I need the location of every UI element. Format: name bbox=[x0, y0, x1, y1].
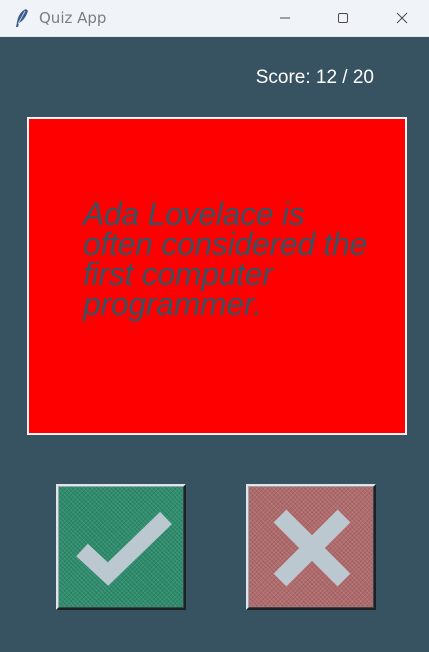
true-button[interactable] bbox=[56, 484, 186, 610]
score-label: Score: 12 / 20 bbox=[255, 67, 374, 88]
feather-icon bbox=[13, 8, 31, 28]
minimize-button[interactable] bbox=[262, 0, 308, 36]
question-text: Ada Lovelace is often considered the fir… bbox=[83, 196, 367, 322]
maximize-button[interactable] bbox=[320, 0, 366, 36]
false-button[interactable] bbox=[246, 484, 376, 610]
close-button[interactable] bbox=[379, 0, 425, 36]
quiz-app-window: Quiz App Score: 12 / 20 Ada Lovelace is … bbox=[0, 0, 429, 652]
question-card: Ada Lovelace is often considered the fir… bbox=[27, 117, 407, 435]
minimize-icon bbox=[279, 12, 291, 24]
title-bar: Quiz App bbox=[0, 0, 429, 37]
maximize-icon bbox=[337, 12, 349, 24]
close-icon bbox=[396, 12, 408, 24]
window-title: Quiz App bbox=[39, 9, 107, 27]
